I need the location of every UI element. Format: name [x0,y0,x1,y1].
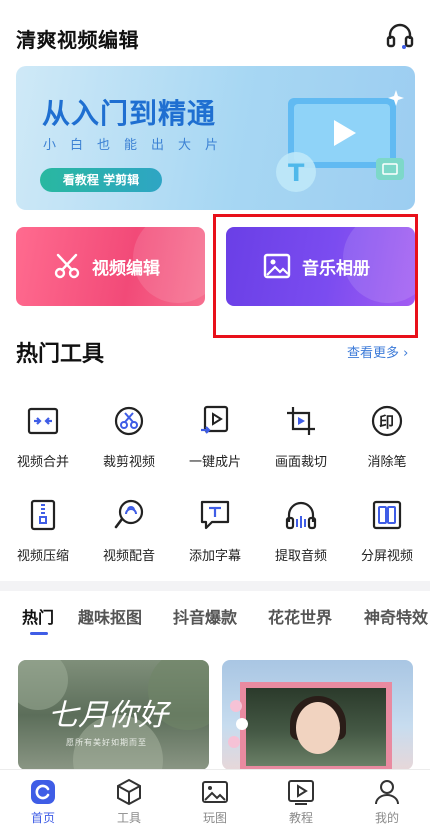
template-thumbnail[interactable]: 七月你好 愿所有美好如期而至 [18,660,209,770]
flower-decoration [236,718,248,730]
tool-crop-video[interactable]: 裁剪视频 [86,404,172,474]
tab-fun-cutout[interactable]: 趣味抠图 [78,604,142,628]
see-more-link[interactable]: 查看更多 › [347,342,408,361]
tab-flower-world[interactable]: 花花世界 [268,604,332,628]
tool-video-compress[interactable]: 视频压缩 [0,498,86,568]
chevron-right-icon: › [399,346,409,361]
tool-add-subtitle[interactable]: 添加字幕 [172,498,258,568]
tool-split-screen[interactable]: 分屏视频 [344,498,430,568]
tutorial-icon [288,780,314,805]
photo-frame [240,682,392,770]
nav-label: 教程 [288,811,313,825]
scissors-icon [54,253,80,279]
nav-tutorial[interactable]: 教程 [258,778,344,826]
nav-tools[interactable]: 工具 [86,778,172,826]
crop-video-icon [114,406,144,436]
frame-crop-icon [287,407,315,435]
tool-label: 提取音频 [274,549,327,564]
tool-eraser[interactable]: 印 消除笔 [344,404,430,474]
tool-label: 消除笔 [367,455,407,470]
section-divider [0,581,430,591]
tool-video-merge[interactable]: 视频合并 [0,404,86,474]
app-title: 清爽视频编辑 [16,28,139,52]
template-tabs: 热门 趣味抠图 抖音爆款 花花世界 神奇特效 [0,598,430,638]
thumbnail-caption: 愿所有美好如期而至 [66,738,147,747]
extract-audio-icon [285,501,317,530]
promo-banner[interactable]: 从入门到精通 小白也能出大片 看教程 学剪辑 T [16,66,415,210]
profile-icon [375,780,399,805]
flower-decoration [228,736,240,748]
app-header: 清爽视频编辑 [0,0,430,64]
tab-douyin-hits[interactable]: 抖音爆款 [173,604,237,628]
video-edit-card[interactable]: 视频编辑 [16,227,205,306]
tab-magic-effects[interactable]: 神奇特效 [364,604,428,628]
nav-home[interactable]: 首页 [0,778,86,826]
nav-label: 玩图 [202,811,227,825]
one-click-icon [201,405,229,434]
thumbnail-title: 七月你好 [48,698,168,733]
nav-picture[interactable]: 玩图 [172,778,258,826]
picture-icon [202,781,228,803]
video-player-illustration: T [276,90,404,192]
active-tab-indicator [30,632,48,635]
tool-label: 裁剪视频 [102,455,155,470]
svg-text:印: 印 [379,413,394,431]
nav-profile[interactable]: 我的 [344,778,430,826]
flower-decoration [230,700,242,712]
tool-label: 分屏视频 [360,549,413,564]
tool-label: 一键成片 [188,455,241,470]
headset-icon[interactable] [384,22,416,50]
nav-label: 首页 [30,811,55,825]
banner-title: 从入门到精通 [42,97,217,130]
tools-icon [117,778,141,806]
portrait-photo [246,688,386,766]
video-edit-label: 视频编辑 [92,259,160,279]
svg-text:T: T [288,159,305,187]
highlight-box [213,214,418,338]
nav-label: 工具 [116,811,141,825]
hot-tools-title: 热门工具 [16,342,105,367]
tool-label: 视频压缩 [16,549,69,564]
tab-hot[interactable]: 热门 [22,604,54,628]
eraser-icon: 印 [371,405,403,437]
banner-tutorial-button[interactable]: 看教程 学剪辑 [40,168,162,192]
portrait-face [296,702,340,754]
nav-label: 我的 [374,811,399,825]
tool-label: 视频合并 [16,455,69,470]
dubbing-icon [114,499,144,529]
tool-label: 画面裁切 [274,455,327,470]
see-more-label: 查看更多 [347,346,400,361]
tool-extract-audio[interactable]: 提取音频 [258,498,344,568]
merge-icon [27,407,59,435]
compress-icon [30,499,56,531]
banner-subtitle: 小白也能出大片 [43,138,233,153]
tool-frame-crop[interactable]: 画面裁切 [258,404,344,474]
tool-one-click[interactable]: 一键成片 [172,404,258,474]
subtitle-icon [200,500,230,530]
home-icon [31,780,55,804]
tool-label: 视频配音 [102,549,155,564]
bottom-navigation: 首页 工具 玩图 教程 我的 [0,769,430,831]
split-screen-icon [372,500,402,530]
tool-label: 添加字幕 [188,549,241,564]
template-thumbnail[interactable] [222,660,413,770]
tool-video-dubbing[interactable]: 视频配音 [86,498,172,568]
